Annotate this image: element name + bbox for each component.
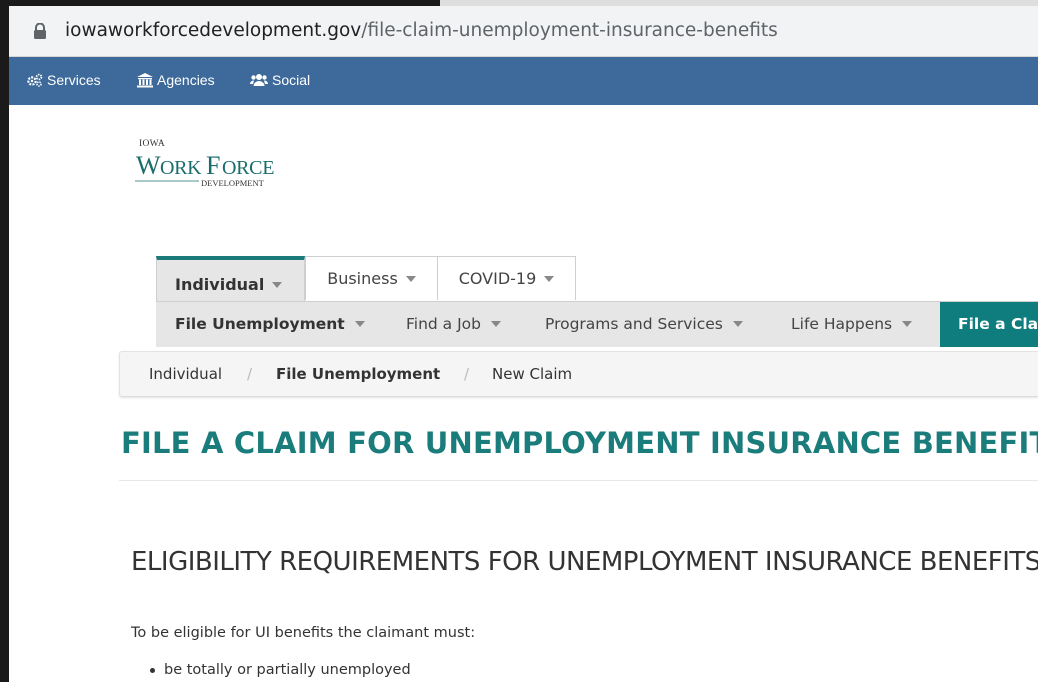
divider (119, 480, 1038, 481)
users-icon (250, 73, 268, 87)
utility-link-social[interactable]: Social (250, 72, 310, 88)
utility-label-social: Social (272, 72, 311, 88)
nav-programs-and-services[interactable]: Programs and Services (545, 315, 743, 333)
chevron-down-icon (902, 321, 913, 327)
sub-navigation: File Unemployment Find a Job Programs an… (156, 301, 1038, 347)
file-a-claim-label: File a Claim (958, 315, 1038, 333)
tab-covid-19[interactable]: COVID-19 (437, 256, 576, 300)
chevron-down-icon (732, 321, 743, 327)
page-title: FILE A CLAIM FOR UNEMPLOYMENT INSURANCE … (121, 426, 1038, 460)
utility-label-services: Services (47, 72, 101, 88)
browser-address-bar[interactable]: iowaworkforcedevelopment.gov/file-claim-… (9, 6, 1038, 57)
chevron-down-icon (405, 275, 416, 282)
svg-text:ORK: ORK (160, 157, 202, 179)
tab-business-label: Business (327, 269, 398, 288)
svg-text:ORCE: ORCE (222, 157, 274, 179)
institution-icon (137, 72, 153, 88)
svg-text:DEVELOPMENT: DEVELOPMENT (201, 178, 265, 188)
url-host: iowaworkforcedevelopment.gov (65, 20, 362, 41)
lock-icon[interactable] (33, 22, 47, 44)
chevron-down-icon (544, 275, 555, 282)
utility-link-services[interactable]: Services (27, 72, 101, 88)
tab-individual[interactable]: Individual (156, 256, 305, 301)
breadcrumb-separator: / (247, 365, 253, 383)
tab-business[interactable]: Business (305, 256, 438, 300)
nav-file-unemployment[interactable]: File Unemployment (175, 315, 365, 333)
svg-text:W: W (136, 151, 161, 180)
breadcrumb-file-unemployment[interactable]: File Unemployment (276, 365, 440, 383)
url-path: /file-claim-unemployment-insurance-benef… (361, 20, 778, 41)
list-item: be totally or partially unemployed (150, 662, 411, 678)
breadcrumb-current: New Claim (492, 365, 573, 383)
nav-life-happens[interactable]: Life Happens (791, 315, 913, 333)
url-text[interactable]: iowaworkforcedevelopment.gov/file-claim-… (65, 18, 778, 44)
iowa-workforce-logo[interactable]: IOWA W ORK F ORCE DEVELOPMENT (131, 135, 311, 195)
chevron-down-icon (491, 321, 502, 327)
nav-find-a-job[interactable]: Find a Job (406, 315, 502, 333)
tab-individual-label: Individual (175, 275, 265, 294)
tab-covid-19-label: COVID-19 (458, 269, 537, 288)
utility-label-agencies: Agencies (157, 72, 215, 88)
list-item-text: be totally or partially unemployed (164, 662, 411, 678)
bullet-icon (150, 667, 155, 673)
file-a-claim-button[interactable]: File a Claim (940, 302, 1038, 347)
svg-text:F: F (206, 151, 220, 180)
breadcrumb: Individual / File Unemployment / New Cla… (119, 351, 1038, 397)
chevron-down-icon (354, 321, 365, 327)
utility-bar: Services Agencies Social (9, 57, 1038, 105)
chevron-down-icon (272, 281, 283, 288)
svg-text:IOWA: IOWA (139, 139, 165, 149)
utility-link-agencies[interactable]: Agencies (137, 72, 215, 88)
eligibility-intro: To be eligible for UI benefits the claim… (131, 625, 476, 641)
nav-find-a-job-label: Find a Job (406, 315, 482, 333)
nav-programs-and-services-label: Programs and Services (545, 315, 723, 333)
breadcrumb-separator: / (464, 365, 470, 383)
nav-file-unemployment-label: File Unemployment (175, 315, 345, 333)
section-heading: ELIGIBILITY REQUIREMENTS FOR UNEMPLOYMEN… (131, 547, 1038, 577)
window-frame-left (0, 0, 9, 682)
breadcrumb-individual[interactable]: Individual (149, 365, 222, 383)
nav-life-happens-label: Life Happens (791, 315, 893, 333)
gears-icon (27, 73, 43, 87)
